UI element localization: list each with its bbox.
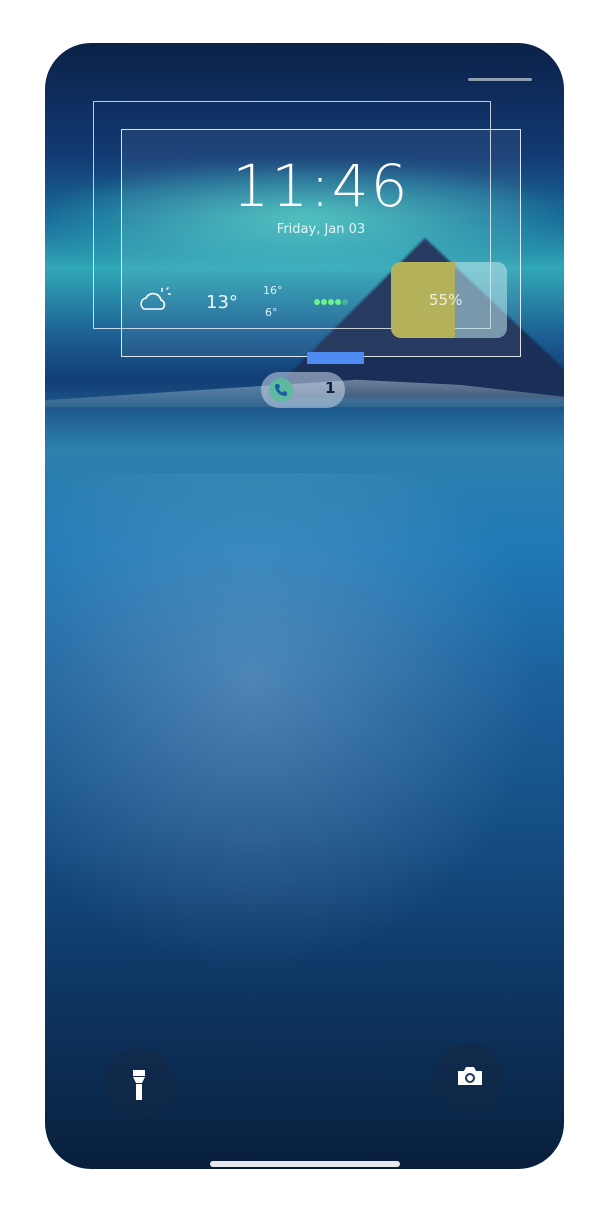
partly-cloudy-icon bbox=[138, 285, 172, 315]
camera-button[interactable] bbox=[434, 1043, 504, 1113]
notification-pill[interactable]: 1 bbox=[261, 372, 345, 408]
notification-count: 1 bbox=[325, 379, 336, 397]
signal-dots bbox=[314, 290, 349, 309]
signal-dot bbox=[342, 299, 348, 305]
current-temperature: 13° bbox=[206, 292, 238, 313]
water-reflection bbox=[45, 473, 564, 993]
high-temperature: 16° bbox=[263, 284, 283, 297]
home-indicator[interactable] bbox=[210, 1161, 400, 1167]
signal-dot bbox=[321, 299, 327, 305]
signal-dot bbox=[314, 299, 320, 305]
phone-screen: 11:46 Friday, Jan 03 13° 16° 6° 55% 1 bbox=[45, 43, 564, 1169]
signal-dot bbox=[328, 299, 334, 305]
flashlight-button[interactable] bbox=[104, 1048, 174, 1118]
battery-percentage: 55% bbox=[429, 291, 463, 309]
clock-time: 11:46 bbox=[232, 152, 410, 220]
phone-call-icon bbox=[269, 378, 293, 402]
low-temperature: 6° bbox=[265, 306, 278, 319]
signal-dot bbox=[335, 299, 341, 305]
data-usage-bar bbox=[307, 352, 364, 364]
status-indicator-bar bbox=[468, 78, 532, 81]
clock-date: Friday, Jan 03 bbox=[276, 222, 366, 237]
